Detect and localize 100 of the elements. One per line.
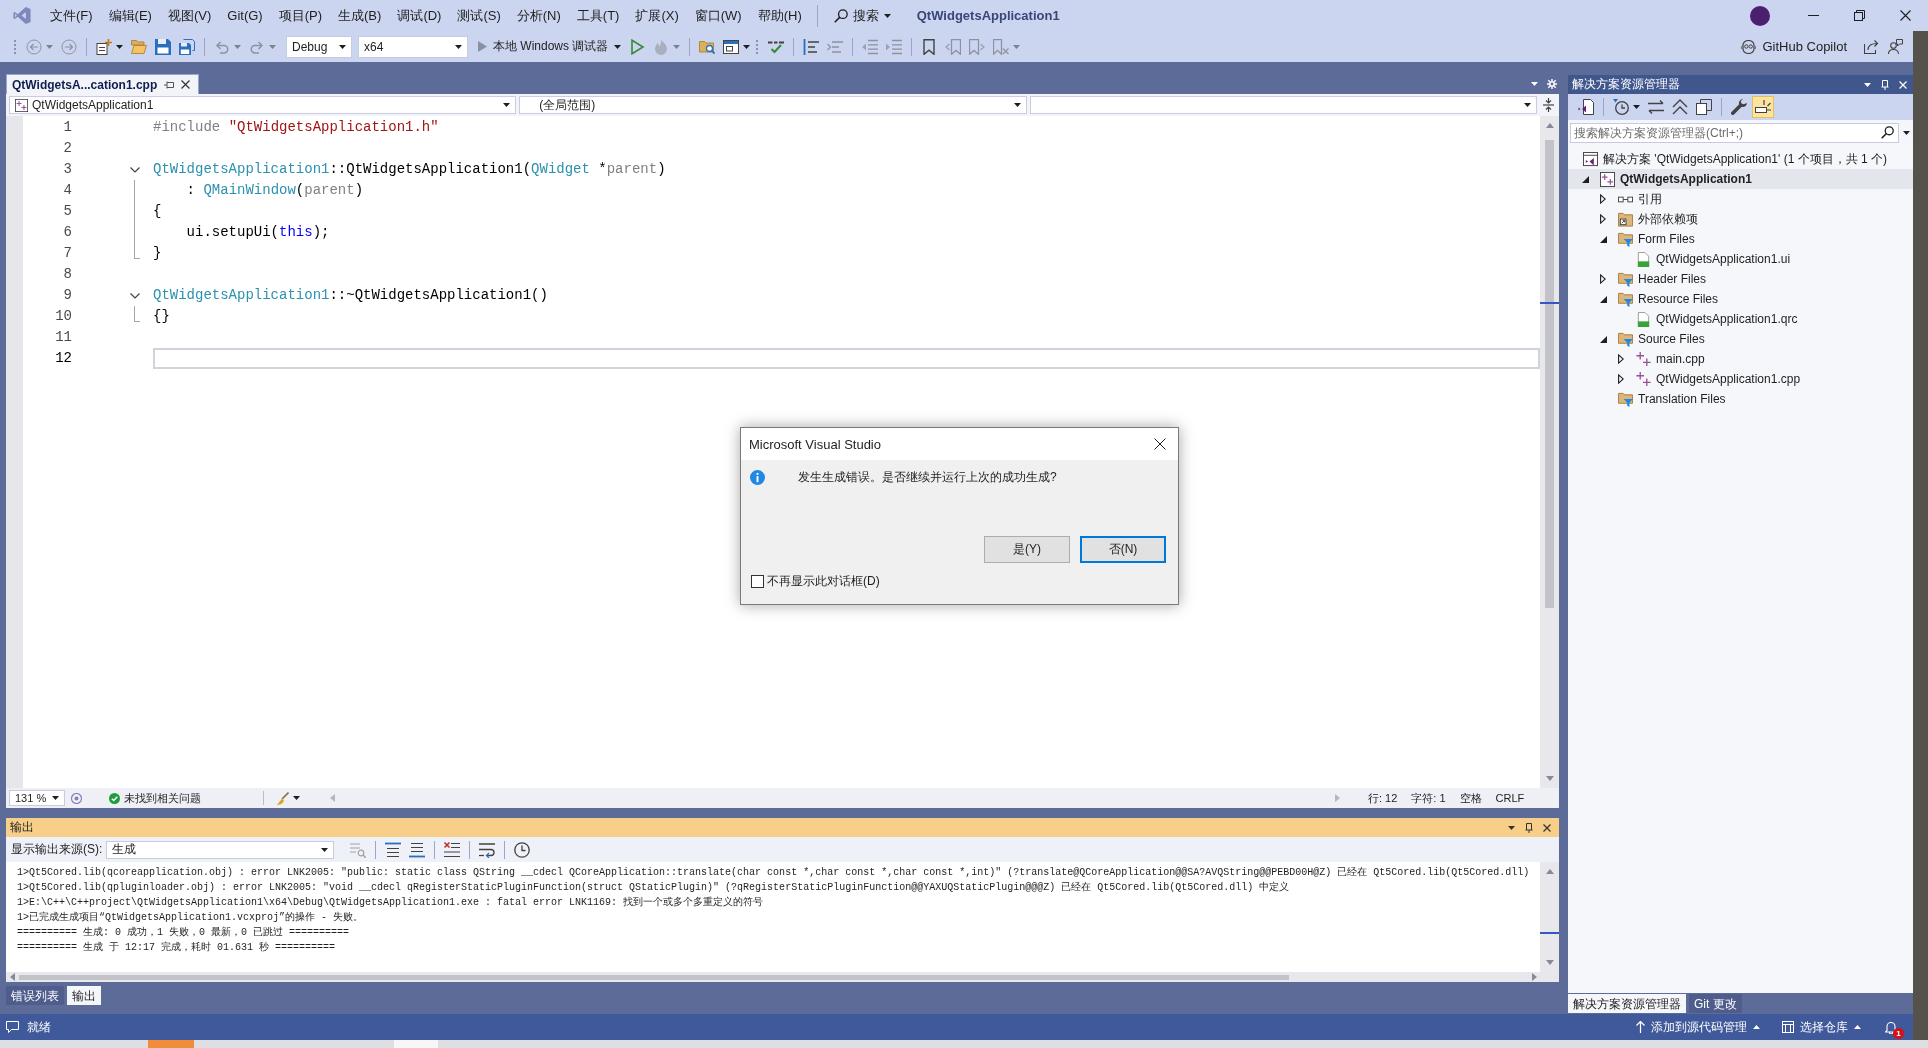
collapse-arrow-icon[interactable]: [1599, 295, 1607, 303]
filter-folder-icon: [1618, 291, 1633, 307]
forward-icon: [61, 38, 77, 55]
tree-item[interactable]: Source Files: [1568, 329, 1913, 349]
settings-icon[interactable]: [1547, 79, 1557, 89]
menu-item[interactable]: 测试(S): [450, 3, 508, 28]
horizontal-scrollbar[interactable]: [6, 972, 1559, 982]
dropdown-arrow-icon[interactable]: [1508, 825, 1515, 830]
expand-arrow-icon[interactable]: [1618, 354, 1624, 364]
collapse-arrow-icon[interactable]: [1599, 235, 1607, 243]
dropdown-arrow-icon[interactable]: [1864, 82, 1871, 87]
collapse-arrow-icon[interactable]: [1581, 175, 1589, 183]
menu-item[interactable]: 生成(B): [331, 3, 389, 28]
tree-item[interactable]: QtWidgetsApplication1.qrc: [1568, 309, 1913, 329]
scroll-down-arrow-icon[interactable]: [1545, 960, 1554, 965]
menu-item[interactable]: 视图(V): [160, 3, 219, 28]
issues-indicator[interactable]: 未找到相关问题: [109, 790, 201, 806]
tree-item[interactable]: QtWidgetsApplication1: [1568, 169, 1913, 189]
line-number: 7: [62, 244, 72, 263]
filter-folder-icon: [1618, 391, 1633, 407]
preview-button[interactable]: [1752, 96, 1774, 118]
menu-item[interactable]: Git(G): [220, 5, 270, 26]
source-control-button[interactable]: 添加到源代码管理: [1634, 1018, 1762, 1036]
code-line: : QMainWindow(parent): [185, 181, 365, 200]
tree-item[interactable]: 外部依赖项: [1568, 209, 1913, 229]
switch-views-button[interactable]: [1575, 96, 1597, 118]
tree-item[interactable]: QtWidgetsApplication1.ui: [1568, 249, 1913, 269]
close-icon[interactable]: [181, 80, 191, 89]
tree-item[interactable]: Header Files: [1568, 269, 1913, 289]
expand-arrow-icon[interactable]: [1600, 274, 1606, 284]
expand-arrow-icon[interactable]: [1600, 194, 1606, 204]
output-source-dropdown[interactable]: 生成: [106, 840, 335, 859]
document-tab[interactable]: QtWidgetsA...cation1.cpp: [6, 74, 200, 94]
vertical-scrollbar[interactable]: [1540, 862, 1559, 972]
tree-item[interactable]: QtWidgetsApplication1.cpp: [1568, 369, 1913, 389]
scroll-down-arrow-icon[interactable]: [1545, 776, 1554, 781]
whitespace-indicator[interactable]: 空格: [1459, 790, 1482, 806]
dropdown-arrow-icon[interactable]: [1531, 82, 1538, 86]
caret-icon: [455, 44, 462, 49]
menu-item[interactable]: 项目(P): [271, 3, 330, 28]
scroll-left-arrow-icon[interactable]: [10, 973, 15, 981]
zoom-dropdown[interactable]: 131 %: [9, 790, 65, 806]
wrench-button[interactable]: [1728, 96, 1750, 118]
tree-item[interactable]: 解决方案 'QtWidgetsApplication1' (1 个项目，共 1 个): [1568, 149, 1913, 169]
checkbox[interactable]: [751, 575, 764, 588]
caret-icon: [52, 796, 59, 800]
scrollbar-thumb[interactable]: [1545, 140, 1554, 608]
menu-item[interactable]: 扩展(X): [628, 3, 686, 28]
project-dropdown[interactable]: QtWidgetsApplication1: [9, 96, 517, 114]
history-clock-button[interactable]: [1610, 96, 1643, 118]
panel-tab[interactable]: 输出: [67, 986, 101, 1005]
menu-item[interactable]: 文件(F): [43, 3, 100, 28]
configuration-dropdown[interactable]: Debug: [286, 35, 352, 58]
close-icon[interactable]: [1543, 823, 1551, 832]
avatar-icon[interactable]: [1750, 5, 1770, 26]
tree-item[interactable]: main.cpp: [1568, 349, 1913, 369]
expand-arrow-icon[interactable]: [1600, 214, 1606, 224]
tree-item[interactable]: Resource Files: [1568, 289, 1913, 309]
platform-dropdown[interactable]: x64: [358, 35, 468, 58]
scrollbar-thumb[interactable]: [19, 974, 1289, 980]
panel-tab[interactable]: 解决方案资源管理器: [1568, 994, 1686, 1013]
line-indicator[interactable]: 行: 12: [1368, 790, 1398, 806]
notifications-button[interactable]: 1: [1881, 1018, 1903, 1036]
menu-item[interactable]: 调试(D): [390, 3, 449, 28]
scope-dropdown[interactable]: (全局范围): [519, 96, 1027, 114]
stacked-pages-button[interactable]: [1693, 96, 1715, 118]
split-window-icon[interactable]: [1543, 98, 1554, 112]
menu-item[interactable]: 分析(N): [509, 3, 568, 28]
vertical-scrollbar[interactable]: [1540, 116, 1559, 788]
collapse-chevron-icon[interactable]: [130, 292, 140, 299]
column-indicator[interactable]: 字符: 1: [1411, 790, 1446, 806]
tree-item[interactable]: 引用: [1568, 189, 1913, 209]
repository-button[interactable]: 选择仓库: [1780, 1018, 1863, 1036]
search-button[interactable]: 搜索: [827, 3, 897, 28]
preview-icon: [1755, 99, 1771, 115]
scroll-up-arrow-icon[interactable]: [1545, 869, 1554, 874]
dialog-button[interactable]: 否(N): [1080, 536, 1166, 563]
speech-bubble-icon[interactable]: [6, 1021, 19, 1033]
checkbox-label[interactable]: 不再显示此对话框(D): [767, 573, 880, 590]
search-field[interactable]: 搜索解决方案资源管理器(Ctrl+;): [1570, 122, 1899, 143]
menu-item[interactable]: 编辑(E): [101, 3, 159, 28]
panel-tab[interactable]: Git 更改: [1689, 994, 1742, 1013]
tree-item[interactable]: Form Files: [1568, 229, 1913, 249]
copilot-button[interactable]: GitHub Copilot: [1735, 35, 1853, 58]
expand-arrow-icon[interactable]: [1618, 374, 1624, 384]
menu-item[interactable]: 帮助(H): [750, 3, 809, 28]
scroll-up-arrow-icon[interactable]: [1545, 123, 1554, 128]
dialog-button[interactable]: 是(Y): [984, 536, 1070, 563]
scroll-right-arrow-icon[interactable]: [1532, 973, 1537, 981]
tree-item[interactable]: Translation Files: [1568, 389, 1913, 409]
pin-icon[interactable]: [1525, 822, 1533, 833]
pin-icon[interactable]: [164, 80, 175, 89]
panel-tab[interactable]: 错误列表: [6, 986, 64, 1005]
line-ending-indicator[interactable]: CRLF: [1495, 792, 1525, 804]
menu-item[interactable]: 窗口(W): [687, 3, 749, 28]
start-debugging-button[interactable]: 本地 Windows 调试器: [474, 35, 626, 58]
menu-item[interactable]: 工具(T): [569, 3, 627, 28]
collapse-arrow-icon[interactable]: [1599, 335, 1607, 343]
collapse-chevron-icon[interactable]: [130, 166, 140, 173]
caret-icon: [1013, 44, 1021, 49]
